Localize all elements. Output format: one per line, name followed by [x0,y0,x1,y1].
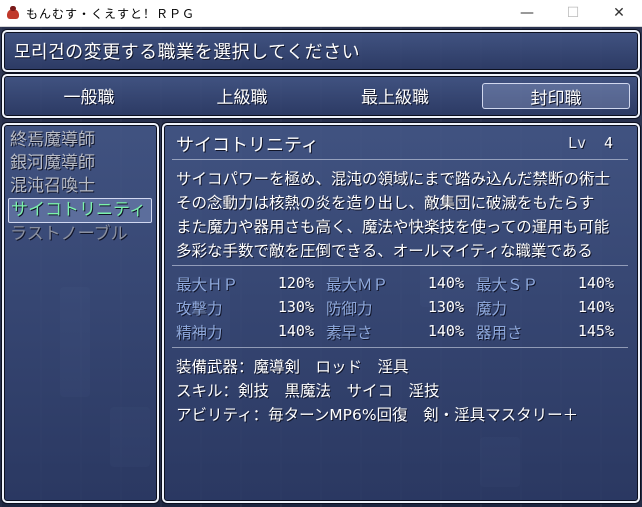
skills-line: スキル：剣技 黒魔法 サイコ 淫技 [176,382,440,400]
divider [172,347,628,348]
job-list: 終焉魔導師 銀河魔導師 混沌召喚士 サイコトリニティ ラストノーブル [2,123,159,503]
stat-value-defense: 130% [427,298,464,316]
app-logo-icon [6,6,20,20]
stat-value-attack: 130% [277,298,314,316]
stat-label-dexterity: 器用さ [476,324,523,342]
tab-advanced[interactable]: 上級職 [169,83,315,108]
category-tabs: 一般職 上級職 最上級職 封印職 [2,74,640,118]
stat-value-max-hp: 120% [277,274,314,292]
stat-label-willpower: 精神力 [176,324,223,342]
job-name: サイコトリニティ [176,135,319,156]
description-line: また魔力や器用さも高く、魔法や快楽技を使っての運用も可能 [176,218,610,236]
job-list-item[interactable]: ラストノーブル [10,223,128,246]
job-detail-window: サイコトリニティ Lv 4 サイコパワーを極め、混沌の領域にまで踏み込んだ禁断の… [162,123,640,503]
stat-label-attack: 攻撃力 [176,300,223,318]
stat-value-dexterity: 145% [577,322,614,340]
description-line: サイコパワーを極め、混沌の領域にまで踏み込んだ禁断の術士 [176,170,611,188]
level-value: 4 [604,134,614,152]
stat-label-agility: 素早さ [326,324,373,342]
stat-label-defense: 防御力 [326,300,373,318]
job-list-item[interactable]: 終焉魔導師 [10,129,95,152]
tab-sealed[interactable]: 封印職 [482,83,630,109]
stat-label-max-mp: 最大ＭＰ [326,276,389,294]
stat-value-willpower: 140% [277,322,314,340]
minimize-button[interactable]: — [504,0,550,26]
maximize-button[interactable]: ☐ [550,0,596,26]
level-label: Lv [568,134,587,152]
job-list-item[interactable]: 混沌召喚士 [10,175,95,198]
stat-value-magic: 140% [577,298,614,316]
description-line: 多彩な手数で敵を圧倒できる、オールマイティな職業である [176,242,593,260]
stat-label-max-sp: 最大ＳＰ [476,276,539,294]
job-list-item-selected[interactable]: サイコトリニティ [8,198,152,223]
stat-value-agility: 140% [427,322,464,340]
window-titlebar: もんむす・くえすと！ＲＰＧ — ☐ ✕ [0,0,642,27]
help-window: 모리건の変更する職業を選択してください [2,30,640,72]
window-title: もんむす・くえすと！ＲＰＧ [26,6,196,21]
window-controls: — ☐ ✕ [504,0,642,26]
stat-value-max-sp: 140% [577,274,614,292]
equipment-line: 装備武器：魔導剣 ロッド 淫具 [176,358,409,376]
stat-label-max-hp: 最大ＨＰ [176,276,239,294]
game-screen: 모리건の変更する職業を選択してください 一般職 上級職 最上級職 封印職 終焉魔… [0,27,642,507]
tab-general[interactable]: 一般職 [16,83,162,108]
stat-value-max-mp: 140% [427,274,464,292]
help-text: 모리건の変更する職業を選択してください [14,42,361,63]
stat-label-magic: 魔力 [476,300,508,318]
job-list-item[interactable]: 銀河魔導師 [10,152,95,175]
abilities-line: アビリティ：毎ターンMP6%回復 剣・淫具マスタリー＋ [176,406,579,424]
tab-top-tier[interactable]: 最上級職 [322,83,468,108]
divider [172,265,628,266]
close-button[interactable]: ✕ [596,0,642,26]
divider [172,159,628,160]
description-line: その念動力は核熱の炎を造り出し、敵集団に破滅をもたらす [176,194,595,212]
